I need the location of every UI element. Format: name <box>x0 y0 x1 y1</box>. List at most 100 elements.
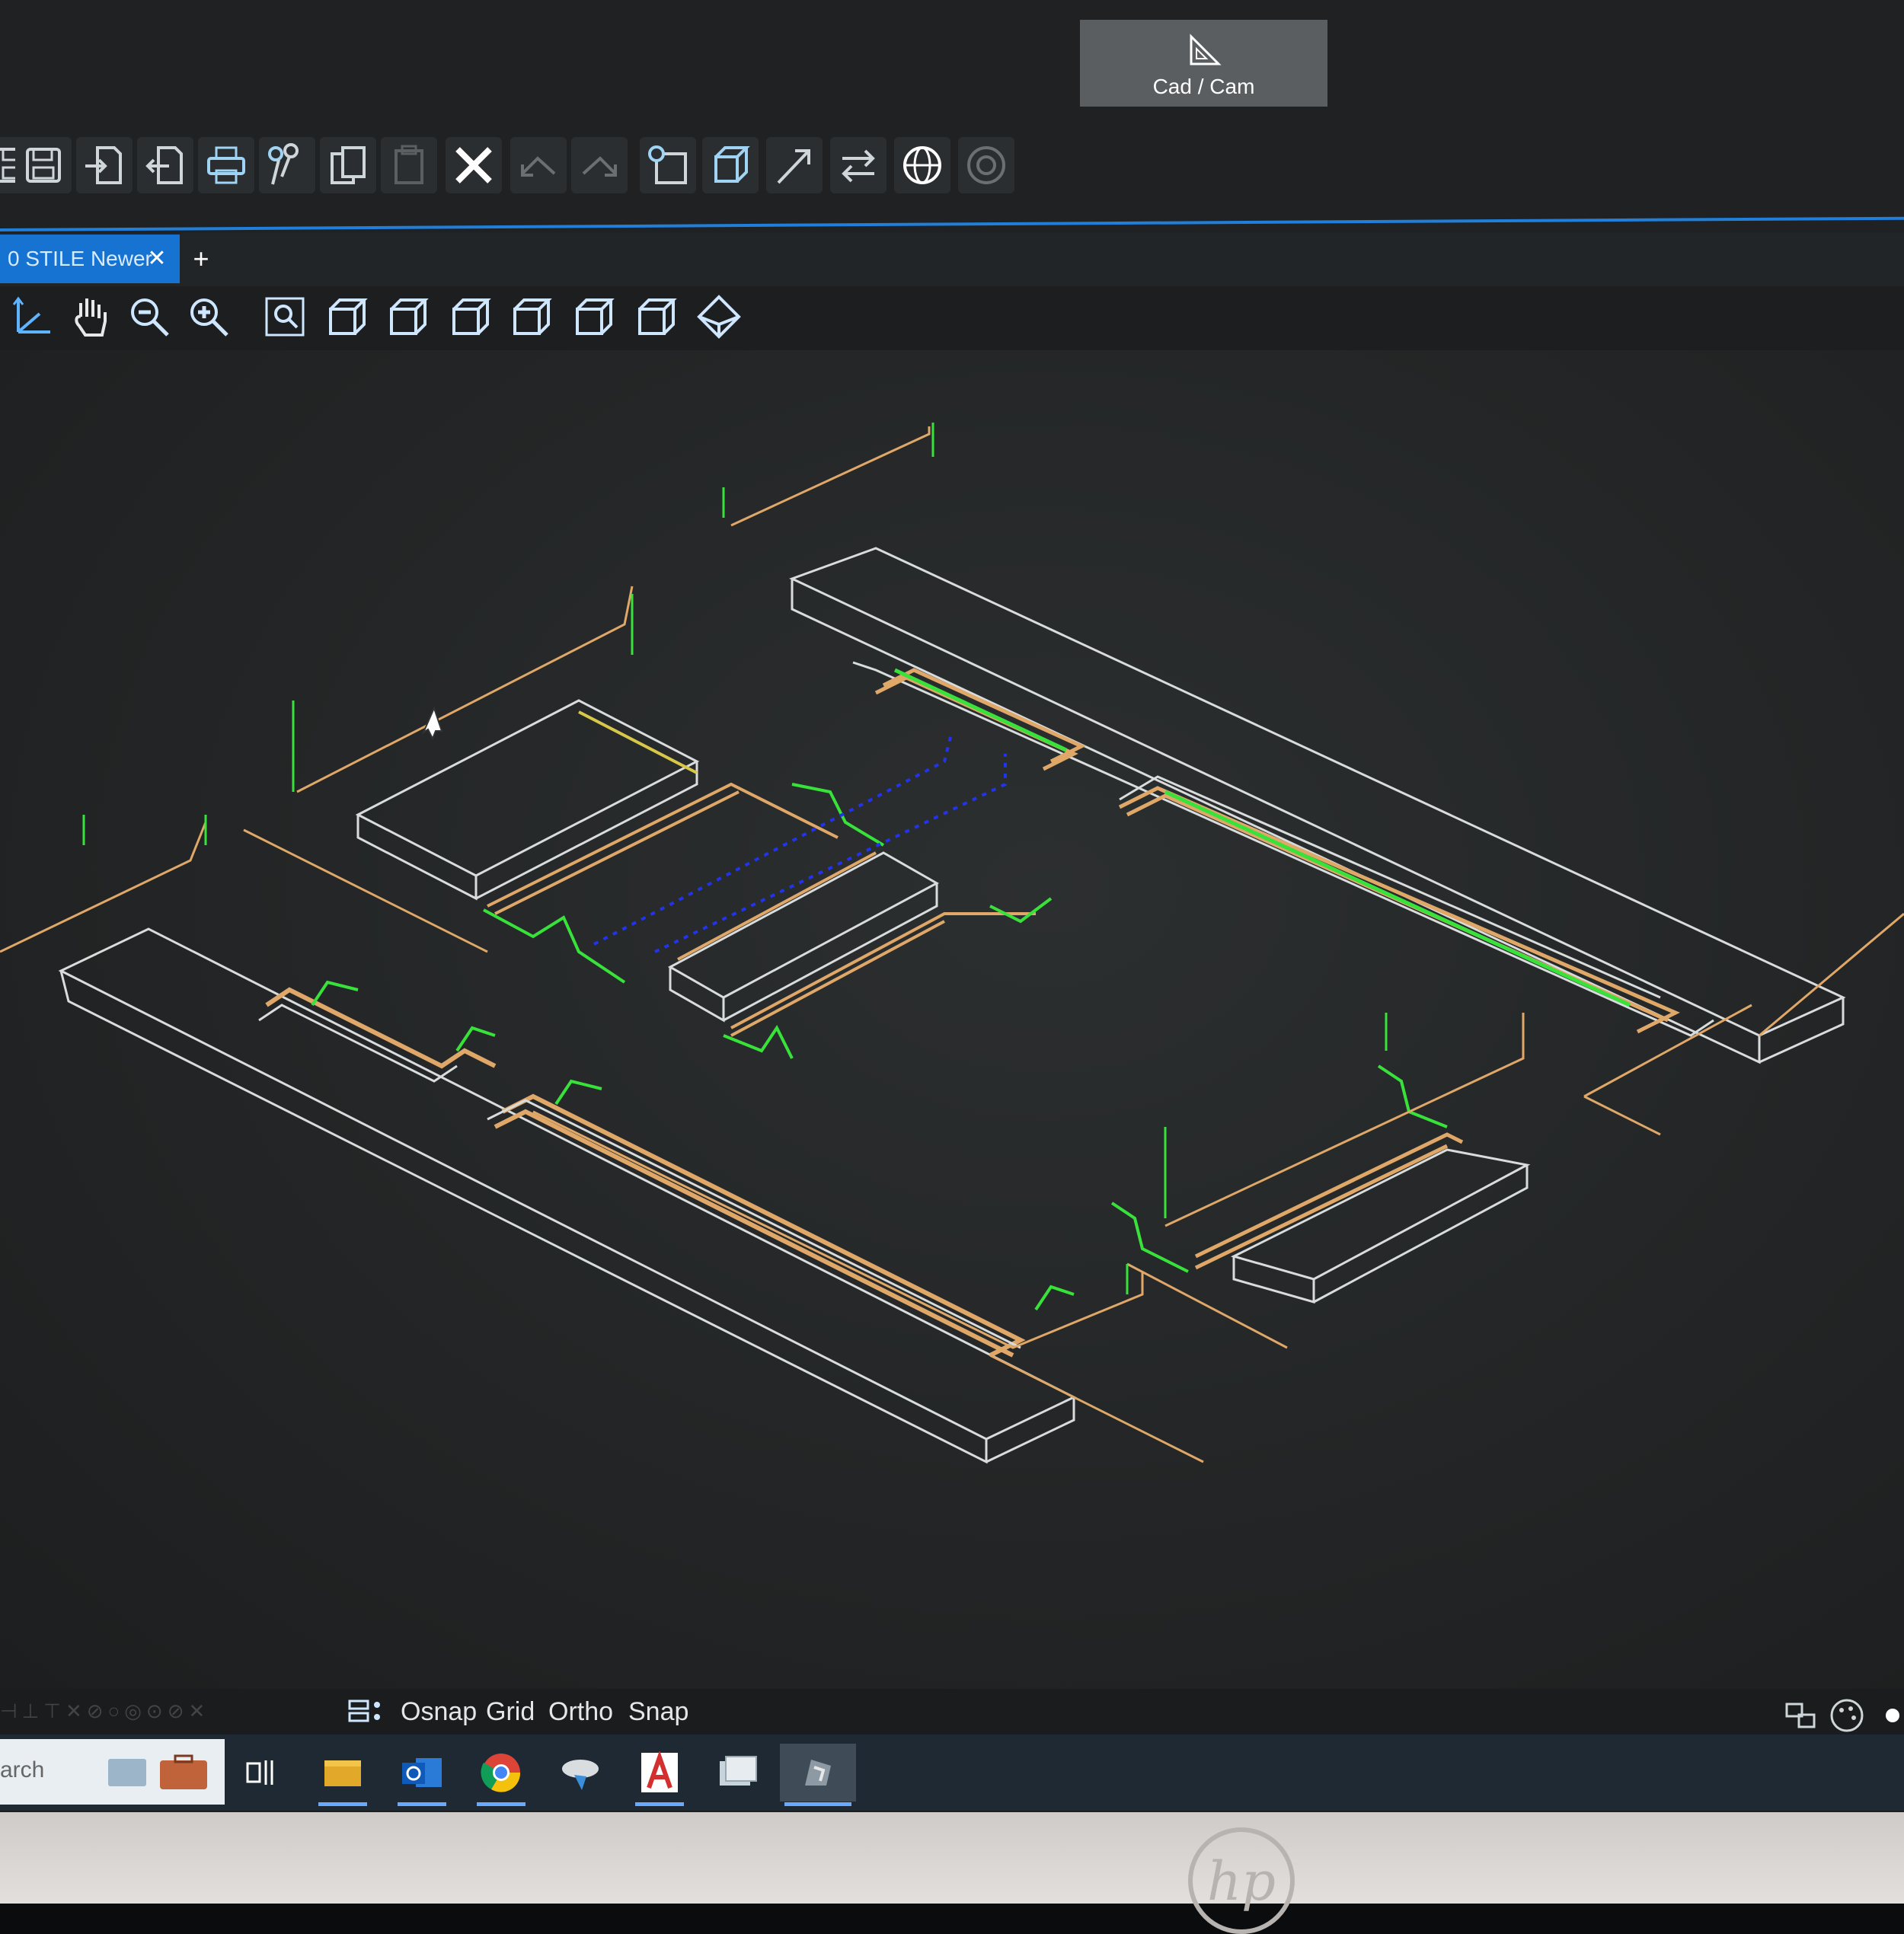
toolpath-lower-left <box>0 815 1204 1463</box>
part-long-top-right <box>789 547 1846 1064</box>
part-small-upper-left <box>355 699 700 901</box>
select-window-button[interactable] <box>640 137 696 193</box>
target-button[interactable] <box>958 137 1014 193</box>
outlook-button[interactable] <box>393 1744 451 1806</box>
part-long-lower-left <box>58 927 1077 1464</box>
snap-toggle[interactable]: Snap <box>628 1689 688 1735</box>
target-icon <box>967 146 1005 184</box>
select-window-icon <box>648 145 687 184</box>
redo-icon <box>582 156 617 177</box>
view-toolbar <box>0 289 762 358</box>
zoom-window-icon <box>265 297 305 337</box>
line-button[interactable] <box>766 137 823 193</box>
view-bottom-cube-icon <box>638 298 677 335</box>
file-explorer-button[interactable] <box>314 1744 372 1806</box>
undo-button[interactable] <box>510 137 567 193</box>
network-icon[interactable] <box>1782 1696 1820 1735</box>
view-top-button[interactable] <box>567 289 621 344</box>
print-button[interactable] <box>198 137 254 193</box>
save-as-button[interactable] <box>15 137 72 193</box>
cut-button[interactable] <box>259 137 315 193</box>
view-bottom-button[interactable] <box>629 289 684 344</box>
cad-cam-mode-button[interactable]: Cad / Cam <box>1080 20 1327 107</box>
acrobat-button[interactable] <box>631 1744 688 1806</box>
copy-button[interactable] <box>320 137 376 193</box>
import-button[interactable] <box>76 137 133 193</box>
export-icon <box>145 146 183 184</box>
ribbon: Cad / Cam <box>0 0 1904 236</box>
zoom-out-icon <box>131 298 169 337</box>
snap-settings-icon[interactable] <box>347 1698 385 1725</box>
scissors-icon <box>268 143 299 185</box>
solid-button[interactable] <box>702 137 759 193</box>
palette-icon[interactable] <box>1828 1696 1866 1735</box>
swap-arrows-icon <box>842 149 875 183</box>
snap-mode-icons[interactable]: ⊣⊥⊤✕⊘○◎⊙⊘✕ <box>0 1699 350 1724</box>
zoom-in-button[interactable] <box>181 289 236 344</box>
view-back-button[interactable] <box>381 289 436 344</box>
toolpath-upper-left <box>292 586 839 984</box>
osnap-toggle[interactable]: Osnap <box>401 1689 477 1735</box>
grid-toggle[interactable]: Grid <box>486 1689 535 1735</box>
print-icon <box>207 146 245 184</box>
save-icon <box>26 148 61 183</box>
paste-button[interactable] <box>381 137 437 193</box>
toolpath-drawing <box>0 423 1904 1464</box>
chrome-button[interactable] <box>472 1744 530 1806</box>
axes-button[interactable] <box>3 289 58 344</box>
acrobat-icon <box>641 1751 678 1792</box>
undo-icon <box>521 156 556 177</box>
view-left-cube-icon <box>452 298 491 335</box>
hp-logo: hp <box>1188 1827 1295 1934</box>
chrome-icon <box>481 1754 521 1792</box>
export-button[interactable] <box>137 137 193 193</box>
cam-app-icon <box>805 1760 831 1786</box>
view-iso-icon <box>697 295 741 339</box>
ortho-toggle[interactable]: Ortho <box>548 1689 613 1735</box>
sphere-button[interactable] <box>894 137 950 193</box>
zoom-out-button[interactable] <box>122 289 177 344</box>
taskbar-search-box[interactable]: arch <box>0 1739 225 1805</box>
set-square-icon <box>1190 34 1222 65</box>
document-tab[interactable]: 0 STILE Newer ✕ <box>0 235 180 283</box>
new-tab-button[interactable]: + <box>186 235 216 283</box>
task-view-button[interactable] <box>232 1744 290 1802</box>
swap-button[interactable] <box>830 137 887 193</box>
image-viewer-button[interactable] <box>708 1744 766 1802</box>
view-right-cube-icon <box>513 298 552 335</box>
cad-app-icon <box>562 1760 599 1790</box>
view-top-cube-icon <box>576 298 615 335</box>
cam-app-button[interactable] <box>780 1744 856 1806</box>
zoom-in-icon <box>190 298 228 337</box>
tab-close-icon[interactable]: ✕ <box>145 235 169 283</box>
redo-button[interactable] <box>571 137 628 193</box>
cad-cam-label: Cad / Cam <box>1152 75 1255 98</box>
image-viewer-icon <box>720 1756 757 1786</box>
search-text: arch <box>0 1757 45 1782</box>
3d-viewport[interactable] <box>0 350 1904 1690</box>
view-iso-button[interactable] <box>692 289 746 344</box>
axes-icon <box>12 296 50 334</box>
copy-icon <box>331 146 366 184</box>
pan-button[interactable] <box>64 289 119 344</box>
solid-cube-icon <box>714 146 750 183</box>
windows-taskbar: arch <box>0 1735 1904 1811</box>
file-explorer-icon <box>324 1760 361 1786</box>
view-front-cube-icon <box>329 298 368 335</box>
paste-icon <box>395 145 423 184</box>
view-right-button[interactable] <box>504 289 559 344</box>
search-highlight-icon <box>108 1754 207 1789</box>
cad-app-button[interactable] <box>551 1744 609 1802</box>
zoom-window-button[interactable] <box>257 289 312 344</box>
monitor-bezel-bottom <box>0 1812 1904 1904</box>
view-left-button[interactable] <box>443 289 498 344</box>
line-arrow-icon <box>777 149 810 184</box>
delete-button[interactable] <box>446 137 502 193</box>
view-front-button[interactable] <box>320 289 375 344</box>
view-back-cube-icon <box>390 298 429 335</box>
cad-application-window: Cad / Cam 0 STILE Newer ✕ + ⊣⊥⊤✕⊘○◎⊙⊘✕ O… <box>0 0 1904 1812</box>
mouse-cursor <box>421 706 443 741</box>
status-dot-icon <box>1886 1709 1899 1722</box>
pan-hand-icon <box>75 298 107 337</box>
toolpath-top-right <box>722 423 1904 1136</box>
